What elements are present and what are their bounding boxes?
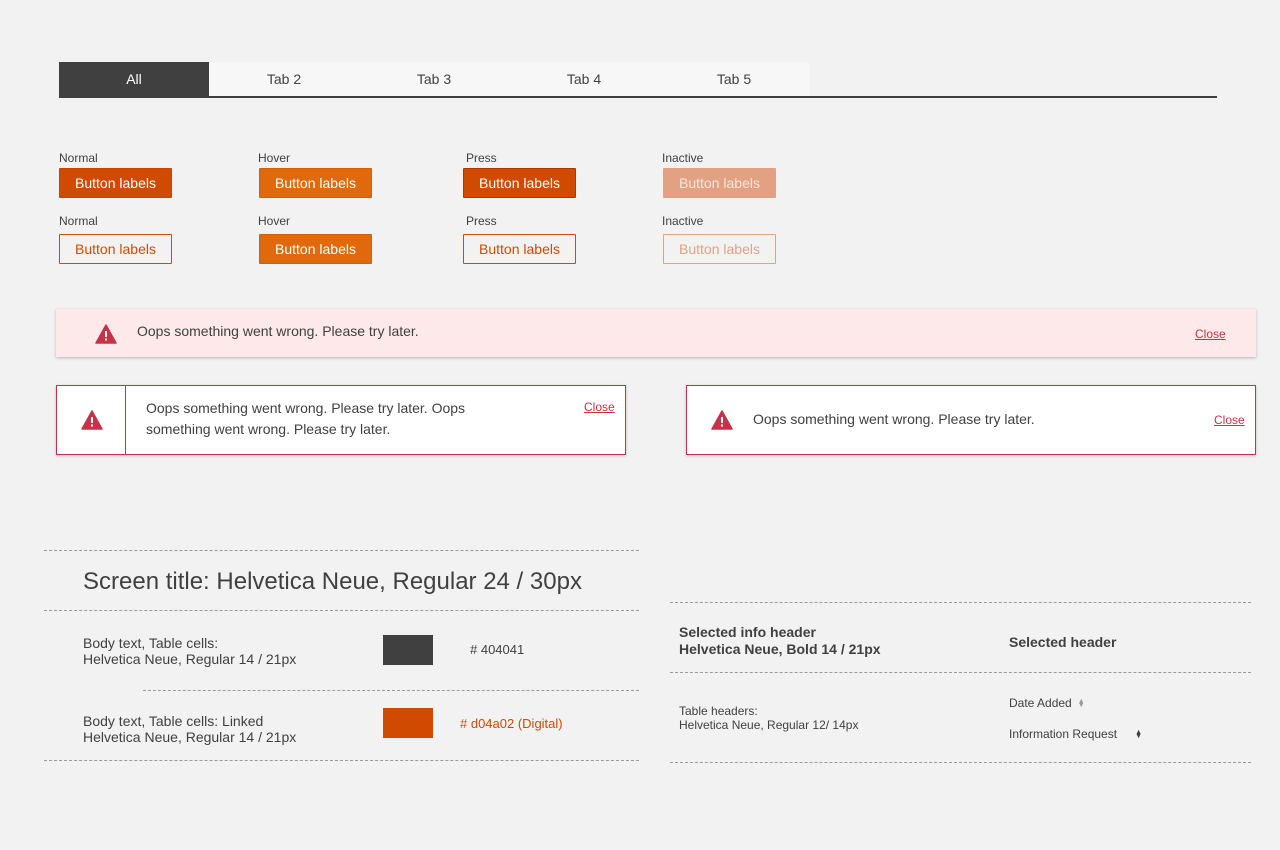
column-header-information-request[interactable]: Information Request ▲ ▼ (1009, 727, 1142, 741)
filled-button-hover[interactable]: Button labels (259, 168, 372, 198)
tab-2[interactable]: Tab 2 (209, 62, 359, 96)
tab-3[interactable]: Tab 3 (359, 62, 509, 96)
tab-5[interactable]: Tab 5 (659, 62, 809, 96)
column-header-label: Date Added (1009, 696, 1072, 710)
alert-message: Oops something went wrong. Please try la… (137, 323, 419, 339)
outline-button-inactive: Button labels (663, 234, 776, 264)
close-link[interactable]: Close (1214, 413, 1245, 427)
filled-button-normal[interactable]: Button labels (59, 168, 172, 198)
tab-4[interactable]: Tab 4 (509, 62, 659, 96)
close-link[interactable]: Close (584, 400, 615, 414)
state-label-normal-outline: Normal (59, 214, 98, 228)
tab-underline (59, 96, 1217, 98)
table-headers-label: Table headers: (679, 704, 758, 718)
dashed-divider (670, 602, 1251, 603)
outline-button-hover[interactable]: Button labels (259, 234, 372, 264)
alert-box-divided: Oops something went wrong. Please try la… (56, 385, 626, 455)
tab-bar: All Tab 2 Tab 3 Tab 4 Tab 5 (59, 62, 809, 96)
warning-icon (95, 324, 117, 344)
dashed-divider (44, 550, 639, 551)
filled-button-inactive: Button labels (663, 168, 776, 198)
selected-info-header: Selected info header (679, 624, 816, 640)
table-headers-spec: Helvetica Neue, Regular 12/ 14px (679, 718, 859, 732)
warning-icon (81, 410, 103, 430)
dashed-divider (670, 762, 1251, 763)
state-label-hover: Hover (258, 151, 291, 165)
color-swatch-dark (383, 635, 433, 665)
alert-message: Oops something went wrong. Please try la… (753, 411, 1035, 427)
selected-info-spec: Helvetica Neue, Bold 14 / 21px (679, 641, 881, 657)
dashed-divider (670, 672, 1251, 673)
state-label-hover-outline: Hover (258, 214, 291, 228)
body-text-linked-spec: Helvetica Neue, Regular 14 / 21px (83, 729, 297, 745)
body-text-spec: Helvetica Neue, Regular 14 / 21px (83, 651, 297, 667)
outline-button-normal[interactable]: Button labels (59, 234, 172, 264)
alert-divider (125, 386, 126, 454)
close-link[interactable]: Close (1195, 327, 1226, 341)
body-text-label: Body text, Table cells: (83, 635, 219, 651)
column-header-date-added[interactable]: Date Added ▲ ▼ (1009, 696, 1085, 710)
dashed-divider (143, 690, 639, 691)
state-label-press: Press (466, 151, 497, 165)
sort-arrows-icon: ▲ ▼ (1077, 697, 1085, 709)
alert-message: Oops something went wrong. Please try la… (146, 400, 466, 437)
sort-arrows-icon: ▲ ▼ (1135, 728, 1142, 740)
filled-button-press[interactable]: Button labels (463, 168, 576, 198)
state-label-inactive: Inactive (662, 151, 704, 165)
warning-icon (711, 410, 733, 430)
dashed-divider (44, 760, 639, 761)
dashed-divider (44, 610, 639, 611)
screen-title-sample: Screen title: Helvetica Neue, Regular 24… (83, 568, 582, 595)
state-label-inactive-outline: Inactive (662, 214, 704, 228)
state-label-press-outline: Press (466, 214, 497, 228)
tab-all[interactable]: All (59, 62, 209, 96)
alert-box-simple: Oops something went wrong. Please try la… (686, 385, 1256, 455)
hex-orange: # d04a02 (Digital) (460, 716, 563, 731)
color-swatch-orange (383, 708, 433, 738)
outline-button-press[interactable]: Button labels (463, 234, 576, 264)
hex-dark: # 404041 (470, 642, 525, 657)
state-label-normal: Normal (59, 151, 98, 165)
alert-banner: Oops something went wrong. Please try la… (56, 309, 1256, 357)
body-text-linked-label: Body text, Table cells: Linked (83, 713, 264, 729)
column-header-label: Information Request (1009, 727, 1118, 741)
selected-header: Selected header (1009, 634, 1117, 650)
